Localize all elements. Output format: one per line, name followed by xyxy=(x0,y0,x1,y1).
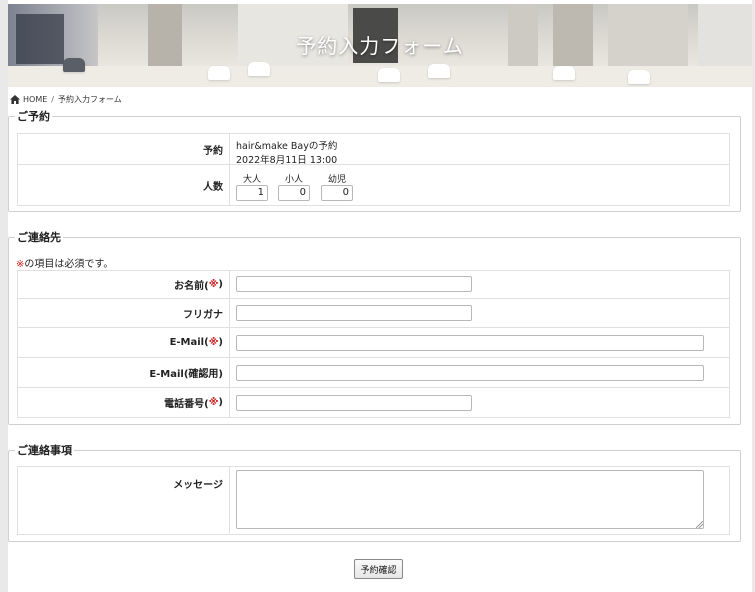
message-textarea[interactable] xyxy=(236,470,704,529)
adult-label: 大人 xyxy=(242,175,261,185)
name-field[interactable] xyxy=(236,276,472,292)
breadcrumb-separator: / xyxy=(51,94,54,104)
email-row: E-Mail(※) xyxy=(17,327,730,358)
email-confirm-field[interactable] xyxy=(236,365,704,381)
message-row: メッセージ xyxy=(17,466,730,535)
child-count-input[interactable]: 0 xyxy=(278,185,310,201)
child-label: 小人 xyxy=(284,175,303,185)
confirm-reservation-button[interactable]: 予約確認 xyxy=(354,559,403,579)
kana-label: フリガナ xyxy=(18,299,230,327)
message-label: メッセージ xyxy=(18,467,230,534)
email-field[interactable] xyxy=(236,335,704,351)
page: 予約入力フォーム HOME / 予約入力フォーム ご予約 予約 hair&mak… xyxy=(8,0,752,592)
home-icon xyxy=(10,94,20,104)
kana-row: フリガナ xyxy=(17,298,730,328)
booking-label: 予約 xyxy=(18,134,230,164)
breadcrumb: HOME / 予約入力フォーム xyxy=(10,93,122,105)
header-banner: 予約入力フォーム xyxy=(8,4,752,87)
infant-label: 幼児 xyxy=(327,175,346,185)
booking-name: hair&make Bayの予約 xyxy=(236,141,338,152)
required-note-text: の項目は必須です。 xyxy=(24,259,114,270)
name-label: お名前(※) xyxy=(18,271,230,298)
required-note: ※の項目は必須です。 xyxy=(16,255,113,270)
resize-handle-icon[interactable] xyxy=(696,521,703,528)
breadcrumb-current: 予約入力フォーム xyxy=(57,94,122,104)
phone-field[interactable] xyxy=(236,395,472,411)
phone-label: 電話番号(※) xyxy=(18,388,230,417)
page-title: 予約入力フォーム xyxy=(296,34,464,58)
email-confirm-row: E-Mail(確認用) xyxy=(17,357,730,388)
reservation-legend: ご予約 xyxy=(17,110,50,123)
email-label: E-Mail(※) xyxy=(18,328,230,357)
contact-legend: ご連絡先 xyxy=(17,231,61,244)
name-row: お名前(※) xyxy=(17,270,730,299)
adult-count-input[interactable]: 1 xyxy=(236,185,268,201)
infant-count-input[interactable]: 0 xyxy=(321,185,353,201)
email-confirm-label: E-Mail(確認用) xyxy=(18,358,230,387)
booking-row: 予約 hair&make Bayの予約 2022年8月11日 13:00 xyxy=(17,133,730,166)
phone-row: 電話番号(※) xyxy=(17,387,730,418)
breadcrumb-home-link[interactable]: HOME xyxy=(23,95,47,104)
people-row: 人数 大人 1 小人 0 幼児 0 xyxy=(17,164,730,206)
people-label: 人数 xyxy=(18,165,230,205)
notes-legend: ご連絡事項 xyxy=(17,444,72,457)
kana-field[interactable] xyxy=(236,305,472,321)
